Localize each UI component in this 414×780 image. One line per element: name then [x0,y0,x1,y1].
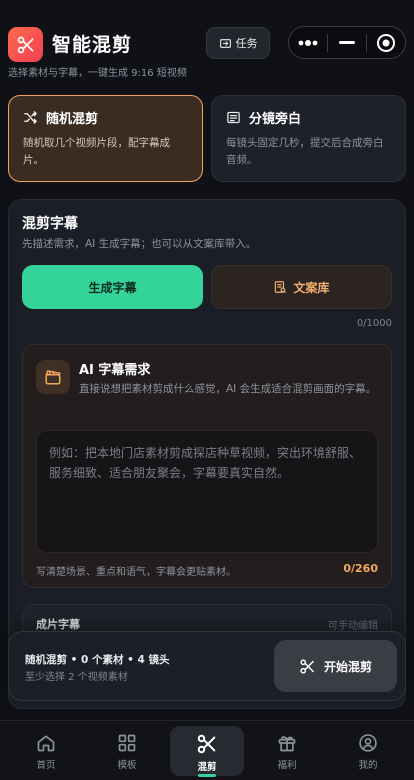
scissors-icon [300,658,314,674]
clapperboard-icon [45,370,61,385]
mode-label: 随机混剪 [46,112,99,127]
output-subtitle-title: 成片字幕 [36,618,80,631]
tab-label: 福利 [277,760,297,771]
app-subtitle: 选择素材与字幕，一键生成 9:16 短视频 [8,68,187,79]
app-title: 智能混剪 [52,34,133,56]
scissors-icon [197,734,216,754]
home-icon [37,735,55,752]
tab-mix[interactable]: 混剪 [170,726,244,776]
grid-icon [118,734,136,752]
library-icon [275,281,287,293]
gift-icon [278,736,296,752]
copy-library-button[interactable]: 文案库 [211,265,392,309]
mode-card-random[interactable]: 随机混剪 随机取几个视频片段，配字幕成片。 [8,95,203,182]
task-button[interactable]: 任务 [206,27,270,59]
tab-label: 模板 [117,760,137,771]
mode-desc: 每镜头固定几秒，提交后合成旁白音频。 [226,137,384,166]
more-dots-icon [298,39,318,46]
more-button[interactable] [289,27,327,58]
list-icon [227,111,240,124]
action-summary: 随机混剪 • 0 个素材 • 4 镜头 [25,654,170,666]
library-label: 文案库 [293,280,330,295]
tab-benefits[interactable]: 福利 [256,726,318,776]
tab-home[interactable]: 首页 [15,726,77,776]
ai-request-input[interactable]: 例如：把本地门店素材剪成探店种草视频，突出环境舒服、服务细致、适合朋友聚会，字幕… [36,430,378,553]
mode-card-storyboard[interactable]: 分镜旁白 每镜头固定几秒，提交后合成旁白音频。 [211,95,406,182]
minus-icon [339,40,355,44]
active-tab-indicator [198,774,216,777]
ai-request-hint: 写清楚场景、重点和语气，字幕会更贴素材。 [36,567,236,578]
user-icon [359,734,377,752]
shuffle-icon [24,111,37,124]
ai-request-count: 0/260 [343,562,378,575]
start-mix-button[interactable]: 开始混剪 [274,640,397,692]
output-subtitle-hint: 可手动编辑 [328,621,378,632]
tab-template[interactable]: 模板 [96,726,158,776]
minimize-button[interactable] [328,27,366,58]
task-icon [219,38,231,48]
tab-label: 混剪 [197,762,217,773]
scissors-icon [17,36,34,53]
mode-label: 分镜旁白 [249,112,302,127]
tab-profile[interactable]: 我的 [337,726,399,776]
ai-request-title: AI 字幕需求 [79,363,151,378]
generate-subtitle-button[interactable]: 生成字幕 [22,265,203,309]
start-label: 开始混剪 [323,659,372,674]
ai-request-desc: 直接说想把素材剪成什么感觉，AI 会生成适合混剪画面的字幕。 [79,383,377,395]
action-note: 至少选择 2 个视频素材 [25,672,128,683]
section-title: 混剪字幕 [22,216,78,232]
tab-label: 我的 [358,760,378,771]
mode-desc: 随机取几个视频片段，配字幕成片。 [23,137,170,166]
ai-request-icon-box [36,360,70,394]
app-logo [8,27,43,62]
task-label: 任务 [235,37,258,50]
close-button[interactable] [367,27,405,58]
target-icon [377,33,395,52]
tab-label: 首页 [36,760,56,771]
subtitle-char-count: 0/1000 [356,318,392,329]
mini-program-capsule [288,26,406,59]
section-desc: 先描述需求，AI 生成字幕；也可以从文案库带入。 [22,238,257,250]
